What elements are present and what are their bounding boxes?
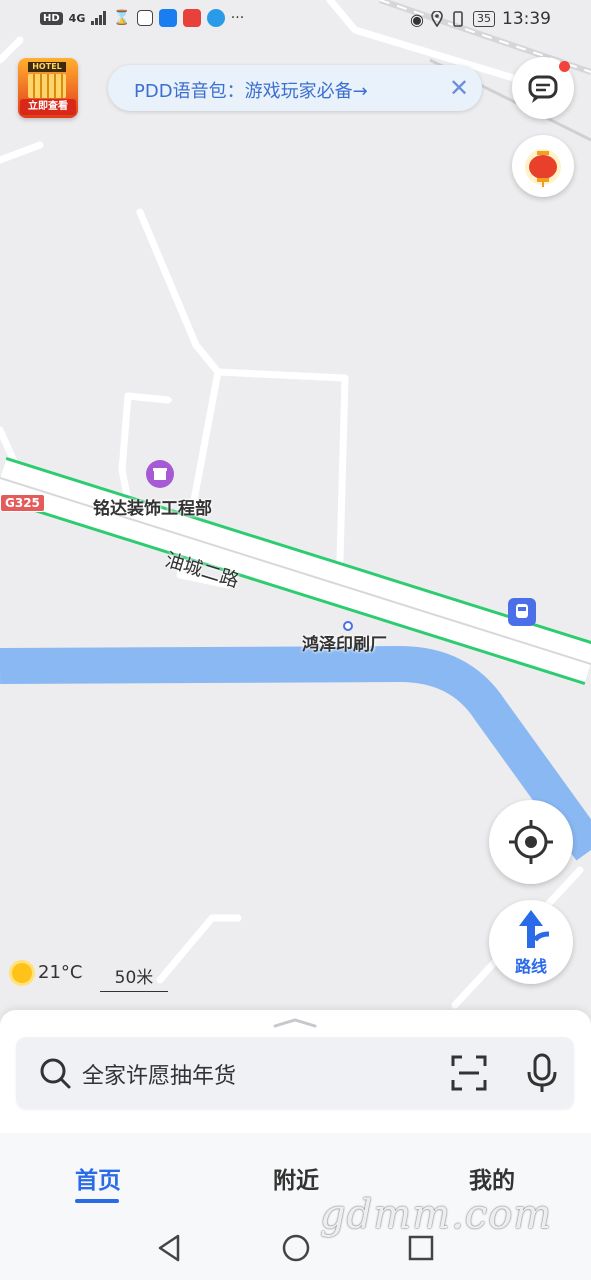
status-bar: HD 4G ⌛ ··· ◉ 35 13:39 (0, 0, 591, 38)
eye-icon: ◉ (410, 9, 424, 29)
festival-lantern-button[interactable] (512, 135, 574, 197)
browser-notification-icon (206, 9, 225, 27)
poi-label-decoration[interactable]: 铭达装饰工程部 (93, 494, 212, 519)
sun-icon (12, 962, 32, 983)
storefront-icon (153, 468, 167, 480)
home-icon[interactable] (280, 1232, 312, 1264)
battery-indicator: 35 (473, 11, 495, 27)
close-icon[interactable]: ✕ (446, 75, 472, 101)
voice-pack-banner[interactable]: PDD语音包：游戏玩家必备→ ✕ (108, 65, 482, 111)
notification-dot (559, 61, 570, 72)
search-icon (40, 1058, 71, 1089)
hotel-sign-text: HOTEL (28, 62, 66, 72)
shop-poi-icon[interactable] (146, 460, 174, 488)
clock: 13:39 (502, 9, 551, 29)
map-scale: 50米 (100, 963, 168, 992)
route-button[interactable]: 路线 (489, 900, 573, 984)
hd-indicator: HD (40, 11, 63, 25)
microphone-icon[interactable] (524, 1052, 560, 1094)
bus-icon (516, 604, 528, 618)
voice-pack-text[interactable]: PDD语音包：游戏玩家必备→ (134, 77, 368, 103)
network-indicator: 4G (68, 11, 86, 25)
search-input[interactable]: 全家许愿抽年货 (82, 1058, 236, 1090)
hotel-promo-badge[interactable]: HOTEL 立即查看 (18, 58, 78, 118)
sheet-drag-handle[interactable] (273, 1018, 317, 1028)
message-button[interactable] (512, 57, 574, 119)
shopping-notification-icon (182, 9, 201, 27)
watermark: gdmm.com (320, 1192, 553, 1238)
alipay-notification-icon (158, 9, 177, 27)
tab-home[interactable]: 首页 (38, 1161, 158, 1195)
back-icon[interactable] (154, 1232, 186, 1264)
bus-stop-icon[interactable] (508, 598, 536, 626)
scan-icon[interactable] (450, 1054, 488, 1092)
crosshair-icon (509, 820, 553, 864)
temperature: 21°C (38, 962, 83, 983)
vibrate-icon (453, 11, 463, 27)
signal-icon (91, 11, 107, 25)
tab-profile[interactable]: 我的 (432, 1161, 552, 1195)
active-tab-indicator (75, 1199, 119, 1203)
location-pin-icon (431, 11, 443, 27)
more-notifications-icon: ··· (230, 10, 245, 26)
hotel-promo-label: 立即查看 (20, 99, 76, 115)
app-notification-icon (136, 10, 153, 26)
lantern-icon (525, 149, 561, 187)
search-bar[interactable]: 全家许愿抽年货 (16, 1037, 574, 1109)
weather-widget[interactable]: 21°C (12, 962, 82, 983)
tab-nearby[interactable]: 附近 (236, 1161, 356, 1195)
highway-badge: G325 (0, 494, 45, 512)
hotel-building-icon (28, 74, 66, 98)
route-label: 路线 (514, 957, 547, 976)
hourglass-icon: ⌛ (113, 10, 131, 26)
locate-me-button[interactable] (489, 800, 573, 884)
poi-label-printing[interactable]: 鸿泽印刷厂 (302, 630, 387, 655)
